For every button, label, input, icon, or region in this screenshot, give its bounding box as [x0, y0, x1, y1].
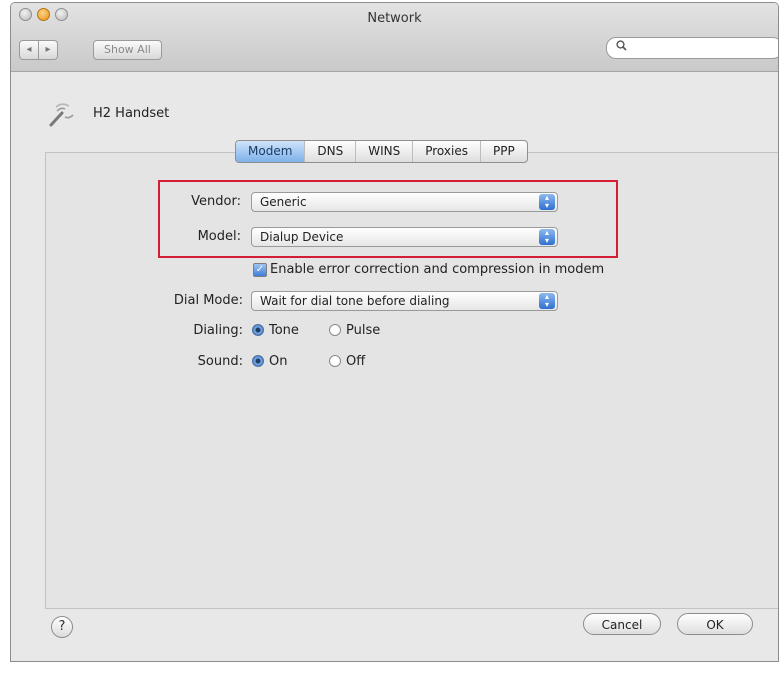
- sound-off-label: Off: [346, 354, 366, 369]
- tab-bar: Modem DNS WINS Proxies PPP: [235, 140, 528, 163]
- error-correction-label: Enable error correction and compression …: [270, 262, 605, 277]
- tab-dns[interactable]: DNS: [304, 141, 355, 162]
- antenna-icon: [47, 103, 77, 127]
- cancel-button[interactable]: Cancel: [583, 613, 661, 635]
- window-title: Network: [367, 11, 422, 26]
- device-name: H2 Handset: [93, 106, 170, 121]
- tab-modem[interactable]: Modem: [236, 141, 305, 162]
- dialing-pulse-label: Pulse: [346, 323, 381, 338]
- error-correction-checkbox[interactable]: ✓: [253, 263, 267, 277]
- model-label: Model:: [197, 229, 241, 244]
- network-preferences-window: Network ◂ ▸ Show All H2 Handset Modem DN…: [10, 2, 779, 662]
- tab-proxies[interactable]: Proxies: [412, 141, 480, 162]
- dial-mode-popup[interactable]: Wait for dial tone before dialing ▴ ▾: [251, 291, 558, 311]
- dialing-tone-radio[interactable]: [252, 324, 264, 336]
- sound-label: Sound:: [197, 354, 243, 369]
- vendor-popup[interactable]: Generic ▴ ▾: [251, 192, 558, 212]
- search-field[interactable]: [606, 37, 778, 59]
- sound-on-radio[interactable]: [252, 355, 264, 367]
- show-all-button[interactable]: Show All: [93, 40, 162, 60]
- popup-arrows-icon: ▴ ▾: [539, 194, 555, 210]
- ok-button[interactable]: OK: [677, 613, 753, 635]
- vendor-label: Vendor:: [191, 194, 241, 209]
- model-value: Dialup Device: [260, 230, 344, 244]
- tab-ppp[interactable]: PPP: [479, 141, 527, 162]
- popup-arrows-icon: ▴ ▾: [539, 229, 555, 245]
- dialing-tone-label: Tone: [269, 323, 299, 338]
- dial-mode-value: Wait for dial tone before dialing: [260, 294, 450, 308]
- magnifier-icon: [616, 40, 627, 54]
- popup-arrows-icon: ▴ ▾: [539, 293, 555, 309]
- dialing-label: Dialing:: [193, 323, 243, 338]
- sound-off-radio[interactable]: [329, 355, 341, 367]
- model-popup[interactable]: Dialup Device ▴ ▾: [251, 227, 558, 247]
- dial-mode-label: Dial Mode:: [173, 293, 243, 308]
- sound-on-label: On: [269, 354, 288, 369]
- toolbar: Network ◂ ▸ Show All: [11, 3, 778, 72]
- back-button[interactable]: ◂: [19, 40, 39, 60]
- forward-button[interactable]: ▸: [39, 40, 58, 60]
- vendor-value: Generic: [260, 195, 307, 209]
- help-button[interactable]: ?: [51, 616, 73, 638]
- tab-wins[interactable]: WINS: [355, 141, 412, 162]
- navigation-buttons: ◂ ▸: [19, 40, 58, 60]
- dialing-pulse-radio[interactable]: [329, 324, 341, 336]
